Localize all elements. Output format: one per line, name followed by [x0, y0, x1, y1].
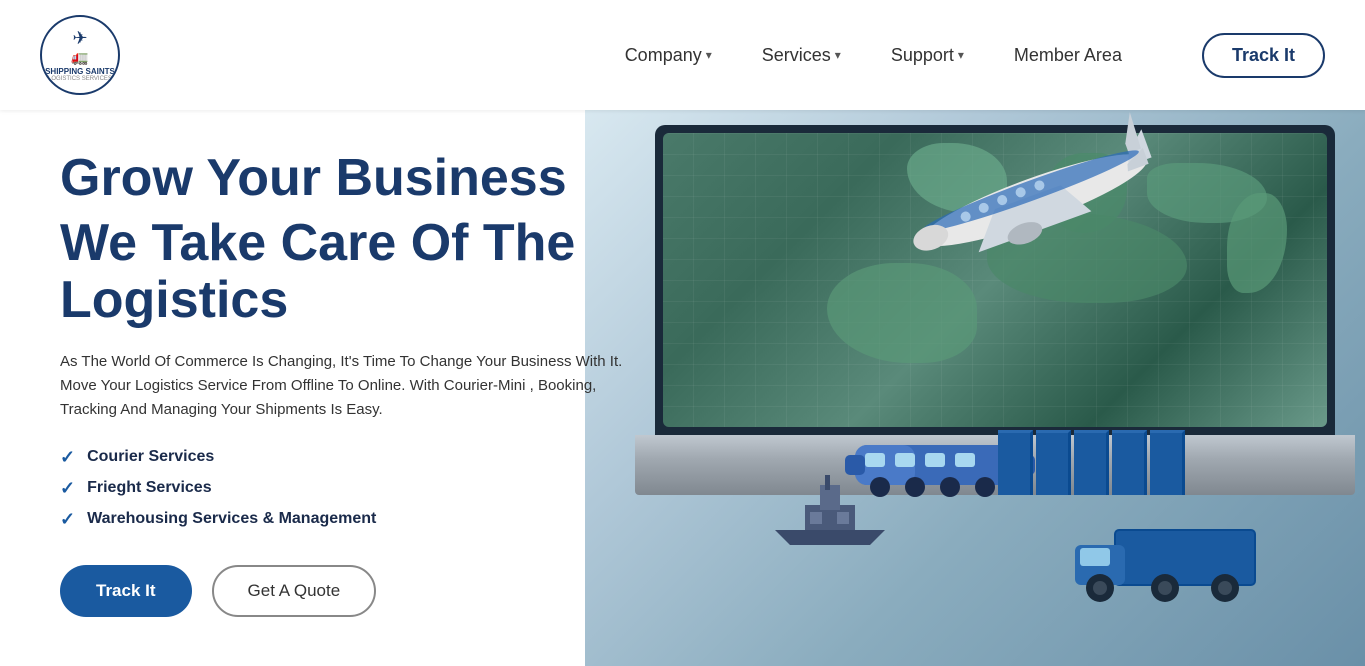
checklist-label-3: Warehousing Services & Management: [87, 510, 376, 528]
logo-area: ✈ 🚛 SHIPPING SAINTS LOGISTICS SERVICES: [40, 15, 120, 95]
logo-plane-icon: ✈: [72, 28, 87, 49]
check-icon-3: ✓: [60, 509, 75, 530]
cargo-box-4: [1112, 430, 1147, 495]
checklist-item-1: ✓ Courier Services: [60, 447, 740, 468]
chevron-down-icon: ▾: [835, 48, 841, 62]
chevron-down-icon: ▾: [958, 48, 964, 62]
hero-checklist: ✓ Courier Services ✓ Frieght Services ✓ …: [60, 447, 740, 530]
brand-tagline: LOGISTICS SERVICES: [48, 76, 112, 82]
track-it-button[interactable]: Track It: [1202, 33, 1325, 78]
cargo-box-3: [1074, 430, 1109, 495]
checklist-item-2: ✓ Frieght Services: [60, 478, 740, 499]
hero-buttons: Track It Get A Quote: [60, 565, 740, 617]
logo: ✈ 🚛 SHIPPING SAINTS LOGISTICS SERVICES: [40, 15, 120, 95]
chevron-down-icon: ▾: [706, 48, 712, 62]
logo-truck-icon: 🚛: [71, 49, 88, 66]
header: ✈ 🚛 SHIPPING SAINTS LOGISTICS SERVICES C…: [0, 0, 1365, 110]
truck-visual: [1065, 510, 1265, 615]
track-it-hero-button[interactable]: Track It: [60, 565, 192, 617]
ship-visual: [765, 470, 895, 555]
nav-services[interactable]: Services ▾: [762, 45, 841, 66]
hero-title-line1: Grow Your Business: [60, 150, 740, 207]
brand-name: SHIPPING SAINTS: [45, 68, 115, 77]
checklist-label-1: Courier Services: [87, 448, 214, 466]
main-nav: Company ▾ Services ▾ Support ▾ Member Ar…: [625, 33, 1325, 78]
nav-company[interactable]: Company ▾: [625, 45, 712, 66]
cargo-boxes: [998, 430, 1185, 495]
check-icon-2: ✓: [60, 478, 75, 499]
checklist-label-2: Frieght Services: [87, 479, 212, 497]
get-quote-button[interactable]: Get A Quote: [212, 565, 377, 617]
cargo-box-2: [1036, 430, 1071, 495]
check-icon-1: ✓: [60, 447, 75, 468]
hero-content: Grow Your Business We Take Care Of The L…: [60, 150, 740, 617]
nav-member-area[interactable]: Member Area: [1014, 45, 1122, 66]
hero-section: Grow Your Business We Take Care Of The L…: [0, 110, 1365, 666]
hero-description: As The World Of Commerce Is Changing, It…: [60, 350, 640, 422]
cargo-box-1: [998, 430, 1033, 495]
cargo-box-5: [1150, 430, 1185, 495]
hero-title-line2: We Take Care Of The Logistics: [60, 215, 740, 329]
nav-support[interactable]: Support ▾: [891, 45, 964, 66]
checklist-item-3: ✓ Warehousing Services & Management: [60, 509, 740, 530]
